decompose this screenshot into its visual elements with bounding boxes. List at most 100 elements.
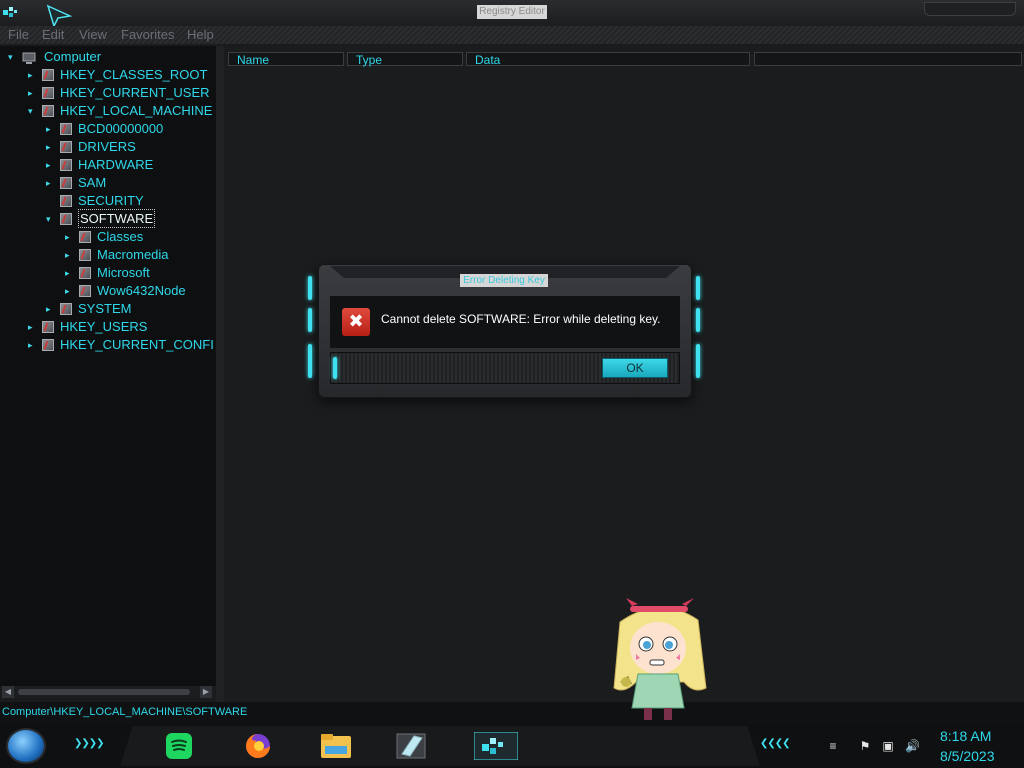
clock-date[interactable]: 8/5/2023 xyxy=(940,748,995,764)
folder-icon xyxy=(60,123,72,135)
tree-item-label: HKEY_CLASSES_ROOT xyxy=(60,67,208,82)
tree-item-label: BCD00000000 xyxy=(78,121,164,136)
desktop-character-image xyxy=(606,598,714,724)
scroll-left-icon[interactable]: ◀ xyxy=(2,686,14,698)
taskbar-rail xyxy=(120,726,760,766)
collapse-icon[interactable]: ▾ xyxy=(46,214,56,224)
tree-item-label: Microsoft xyxy=(97,265,150,280)
collapse-icon[interactable]: ▾ xyxy=(28,106,38,116)
tree-item-label: SOFTWARE xyxy=(78,209,156,228)
window-title: Registry Editor xyxy=(477,5,547,19)
expand-icon[interactable]: ▸ xyxy=(46,160,56,170)
menu-edit[interactable]: Edit xyxy=(42,27,64,42)
glow-accent xyxy=(696,344,700,378)
registry-app-icon[interactable] xyxy=(2,4,18,20)
tree-horizontal-scrollbar[interactable]: ◀ ▶ xyxy=(2,686,214,698)
folder-icon xyxy=(42,69,54,81)
flag-icon[interactable]: ⚑ xyxy=(858,739,872,753)
notepad-icon[interactable] xyxy=(396,732,426,760)
tree-item-label: DRIVERS xyxy=(78,139,136,154)
collapse-icon[interactable]: ▾ xyxy=(8,52,18,62)
clock-time[interactable]: 8:18 AM xyxy=(940,728,991,744)
column-header-name[interactable]: Name xyxy=(228,52,344,67)
volume-icon[interactable]: 🔊 xyxy=(905,739,920,753)
registry-editor-taskbar-icon[interactable] xyxy=(473,731,519,761)
expand-icon[interactable]: ▸ xyxy=(65,268,75,278)
show-hidden-icons-icon[interactable]: ≡ xyxy=(826,739,840,753)
expand-icon[interactable]: ▸ xyxy=(65,250,75,260)
folder-icon xyxy=(60,177,72,189)
menu-help[interactable]: Help xyxy=(187,27,214,42)
spotify-icon[interactable] xyxy=(165,732,193,760)
tree-item-label: Classes xyxy=(97,229,144,244)
expand-icon[interactable]: ▸ xyxy=(46,124,56,134)
folder-icon xyxy=(60,303,72,315)
expand-icon[interactable]: ▸ xyxy=(28,70,38,80)
file-explorer-icon[interactable] xyxy=(320,732,351,760)
tree-item-label: SECURITY xyxy=(78,193,144,208)
scroll-thumb[interactable] xyxy=(18,689,190,695)
folder-icon xyxy=(42,105,54,117)
folder-icon xyxy=(79,249,91,261)
glow-accent xyxy=(308,344,312,378)
glow-accent xyxy=(308,308,312,332)
tree-item-label: HARDWARE xyxy=(78,157,154,172)
folder-icon xyxy=(42,87,54,99)
status-path: Computer\HKEY_LOCAL_MACHINE\SOFTWARE xyxy=(2,706,248,718)
tree-item-label: HKEY_LOCAL_MACHINE xyxy=(60,103,213,118)
scroll-right-icon[interactable]: ▶ xyxy=(200,686,212,698)
expand-icon[interactable]: ▸ xyxy=(46,178,56,188)
tree-item-label: HKEY_USERS xyxy=(60,319,148,334)
glow-accent xyxy=(308,276,312,300)
status-bar: Computer\HKEY_LOCAL_MACHINE\SOFTWARE xyxy=(0,702,1024,724)
tree-item-label: SAM xyxy=(78,175,107,190)
theme-logo-icon xyxy=(46,4,73,29)
tree-item-label: HKEY_CURRENT_CONFI xyxy=(60,337,214,352)
error-icon: ✖ xyxy=(342,308,370,336)
column-header-data[interactable]: Data xyxy=(466,52,750,67)
expand-icon[interactable]: ▸ xyxy=(28,322,38,332)
menu-file[interactable]: File xyxy=(8,27,29,42)
firefox-icon[interactable] xyxy=(244,732,272,760)
menu-favorites[interactable]: Favorites xyxy=(121,27,174,42)
folder-icon xyxy=(79,231,91,243)
folder-icon xyxy=(42,321,54,333)
ok-button[interactable]: OK xyxy=(602,358,668,378)
glow-accent xyxy=(696,276,700,300)
tree-item-label: Computer xyxy=(44,49,102,64)
folder-icon xyxy=(60,195,72,207)
expand-icon[interactable]: ▸ xyxy=(46,142,56,152)
window-controls[interactable] xyxy=(924,2,1016,16)
column-header-empty[interactable] xyxy=(754,52,1022,66)
dialog-body: ✖ Cannot delete SOFTWARE: Error while de… xyxy=(330,296,680,348)
expand-icon[interactable]: ▸ xyxy=(28,340,38,350)
error-message: Cannot delete SOFTWARE: Error while dele… xyxy=(381,312,661,326)
folder-icon xyxy=(79,267,91,279)
folder-icon xyxy=(60,213,72,225)
dialog-title: Error Deleting Key xyxy=(460,274,548,287)
expand-icon[interactable]: ▸ xyxy=(46,304,56,314)
chevron-decoration-icon: ❮❮❮❮ xyxy=(760,738,790,749)
menu-bar: File Edit View Favorites Help xyxy=(0,26,1024,44)
network-icon[interactable]: ▣ xyxy=(881,739,895,753)
folder-icon xyxy=(60,141,72,153)
folder-icon xyxy=(42,339,54,351)
menu-view[interactable]: View xyxy=(79,27,107,42)
folder-icon xyxy=(79,285,91,297)
title-bar: Registry Editor xyxy=(0,0,1024,29)
expand-icon[interactable]: ▸ xyxy=(65,232,75,242)
start-button[interactable] xyxy=(8,730,44,762)
expand-icon[interactable]: ▸ xyxy=(28,88,38,98)
glow-accent xyxy=(333,357,337,379)
registry-tree[interactable]: ▾ Computer ▸ HKEY_CLASSES_ROOT ▸ HKEY_CU… xyxy=(0,46,216,686)
tree-item-label: HKEY_CURRENT_USER xyxy=(60,85,210,100)
folder-icon xyxy=(60,159,72,171)
glow-accent xyxy=(696,308,700,332)
tree-item-label: Macromedia xyxy=(97,247,169,262)
tree-item-label: SYSTEM xyxy=(78,301,132,316)
expand-icon[interactable]: ▸ xyxy=(65,286,75,296)
tree-item-label: Wow6432Node xyxy=(97,283,186,298)
chevron-decoration-icon: ❯❯❯❯ xyxy=(74,738,104,749)
panel-splitter[interactable] xyxy=(216,46,224,702)
column-header-type[interactable]: Type xyxy=(347,52,463,67)
